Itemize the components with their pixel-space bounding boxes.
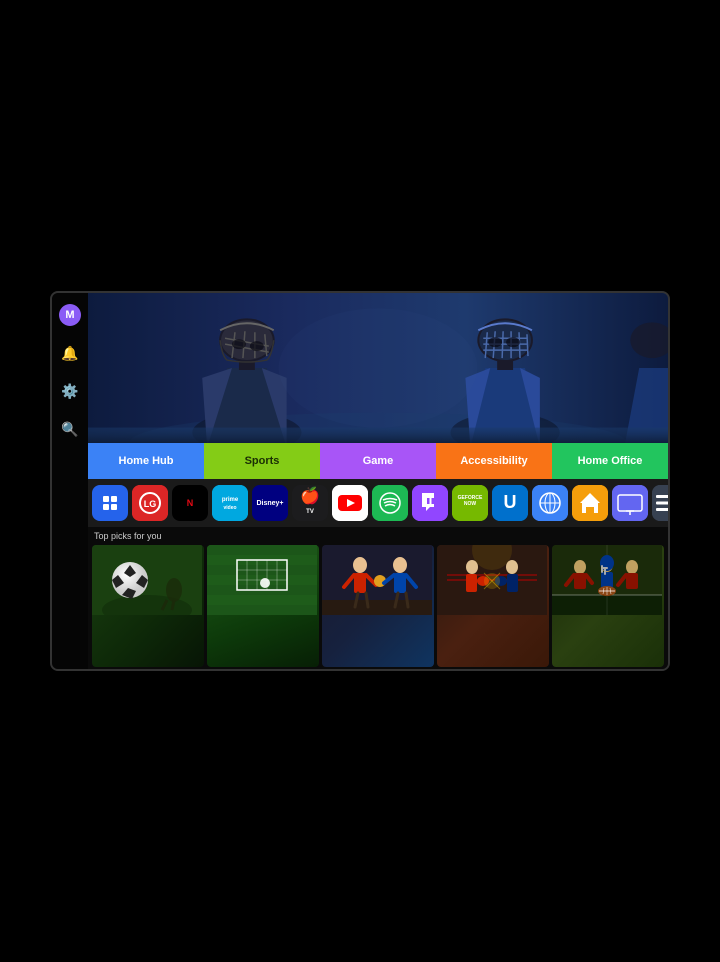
avatar: M [59, 304, 81, 326]
svg-text:video: video [223, 505, 236, 511]
app-web-browser[interactable] [532, 485, 568, 521]
user-avatar[interactable]: M [58, 303, 82, 327]
app-netflix[interactable]: N [172, 485, 208, 521]
pick-item-1[interactable] [92, 545, 204, 667]
category-tabs: Home Hub Sports Game Accessibility Home … [88, 443, 668, 479]
sidebar: M 🔔 ⚙️ 🔍 [52, 293, 88, 669]
pick-item-2[interactable] [207, 545, 319, 667]
tv-screen: M 🔔 ⚙️ 🔍 [50, 291, 670, 671]
top-picks-section: Top picks for you [88, 527, 668, 669]
app-spotify[interactable] [372, 485, 408, 521]
pick-item-4[interactable] [437, 545, 549, 667]
notifications-button[interactable]: 🔔 [58, 341, 82, 365]
tab-game[interactable]: Game [320, 443, 436, 479]
tab-home-hub[interactable]: Home Hub [88, 443, 204, 479]
app-prime-video[interactable]: prime video [212, 485, 248, 521]
app-more[interactable] [652, 485, 668, 521]
top-picks-label: Top picks for you [92, 531, 664, 541]
svg-text:🍎: 🍎 [300, 486, 320, 505]
app-youtube[interactable] [332, 485, 368, 521]
picks-grid [92, 545, 664, 667]
bell-icon: 🔔 [61, 345, 78, 362]
svg-text:U: U [504, 492, 517, 512]
app-ubisoft[interactable]: U [492, 485, 528, 521]
search-button[interactable]: 🔍 [58, 417, 82, 441]
app-lg-channels[interactable]: LG [132, 485, 168, 521]
hero-banner [88, 293, 668, 443]
svg-text:prime: prime [222, 497, 239, 503]
pick-item-3[interactable] [322, 545, 434, 667]
pick-item-5[interactable] [552, 545, 664, 667]
app-twitch[interactable] [412, 485, 448, 521]
app-all-apps[interactable] [92, 485, 128, 521]
app-screen-share[interactable] [612, 485, 648, 521]
app-smart-home[interactable] [572, 485, 608, 521]
search-icon: 🔍 [61, 421, 78, 438]
app-geforce-now[interactable]: GEFORCE NOW [452, 485, 488, 521]
svg-text:TV: TV [306, 509, 314, 515]
app-apple-tv[interactable]: 🍎 TV [292, 485, 328, 521]
tab-sports[interactable]: Sports [204, 443, 320, 479]
apps-row: LG N prime video Disney+ [88, 479, 668, 527]
svg-text:NOW: NOW [464, 501, 477, 507]
tab-home-office[interactable]: Home Office [552, 443, 668, 479]
settings-button[interactable]: ⚙️ [58, 379, 82, 403]
svg-text:Disney+: Disney+ [256, 500, 283, 507]
main-content: Home Hub Sports Game Accessibility Home … [88, 293, 668, 669]
app-disney-plus[interactable]: Disney+ [252, 485, 288, 521]
tab-accessibility[interactable]: Accessibility [436, 443, 552, 479]
svg-text:LG: LG [144, 499, 157, 509]
gear-icon: ⚙️ [61, 383, 78, 400]
